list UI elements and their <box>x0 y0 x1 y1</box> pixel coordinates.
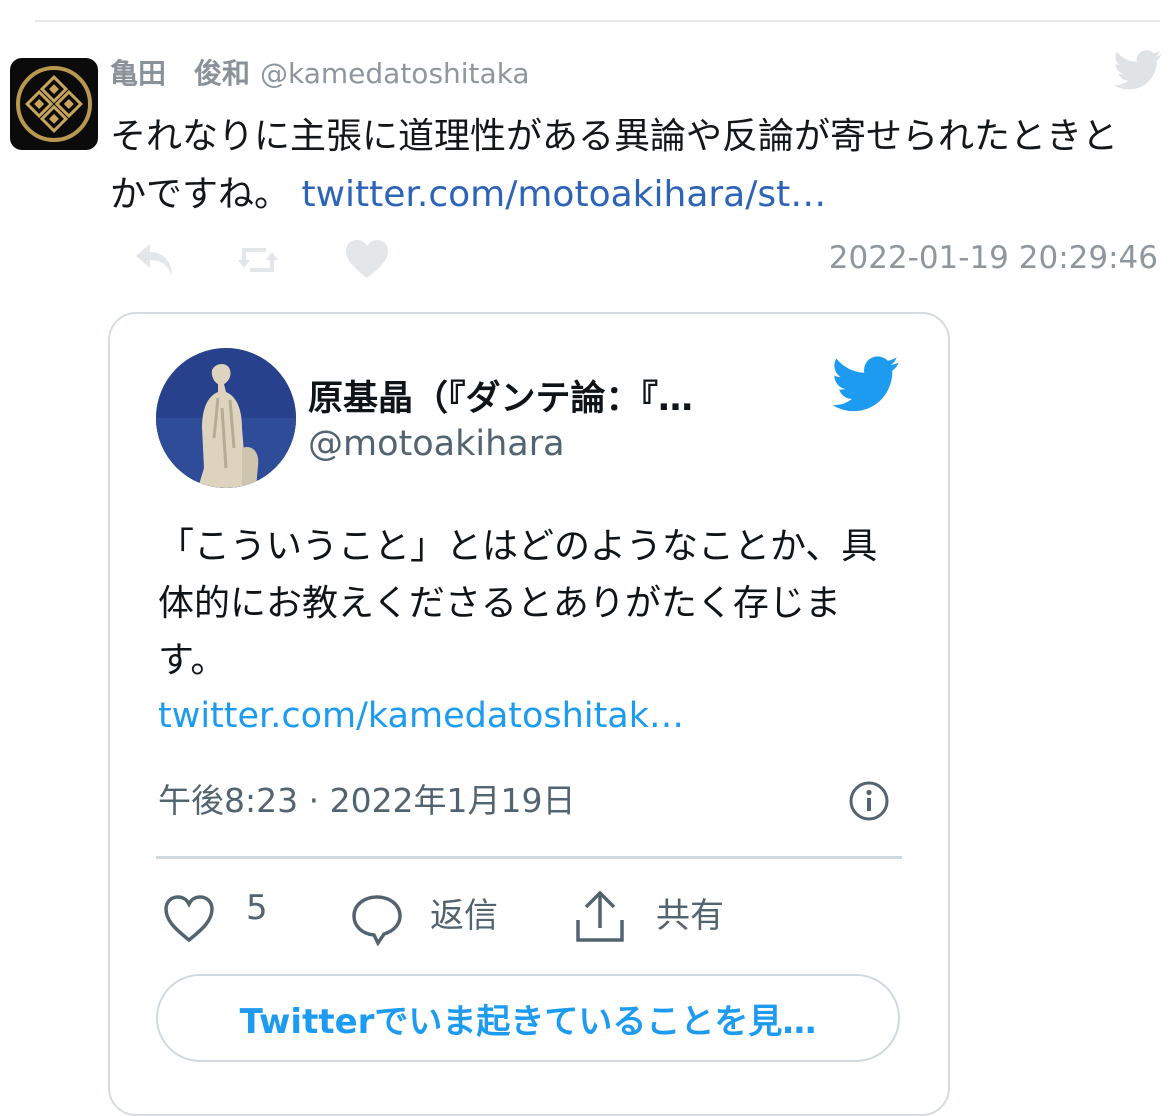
heart-icon[interactable] <box>162 894 216 944</box>
quoted-author-avatar[interactable] <box>156 348 296 488</box>
like-icon[interactable] <box>344 238 390 280</box>
tweet-body: それなりに主張に道理性がある異論や反論が寄せられたときとかですね。 twitte… <box>110 108 1150 224</box>
share-label[interactable]: 共有 <box>656 888 724 937</box>
quoted-divider <box>156 856 902 859</box>
reply-icon[interactable] <box>130 238 178 282</box>
share-icon[interactable] <box>574 888 626 946</box>
tweet-header: 亀田 俊和 @kamedatoshitaka <box>110 52 530 92</box>
quoted-author-handle[interactable]: @motoakihara <box>308 424 565 464</box>
author-handle[interactable]: @kamedatoshitaka <box>260 57 530 90</box>
twitter-logo-icon[interactable] <box>832 356 900 412</box>
tweet-link[interactable]: twitter.com/motoakihara/st… <box>301 174 826 215</box>
author-avatar[interactable] <box>10 58 98 150</box>
author-name[interactable]: 亀田 俊和 <box>110 57 250 90</box>
quoted-tweet-link[interactable]: twitter.com/kamedatoshitak… <box>158 696 684 736</box>
quoted-tweet-card[interactable]: 原基晶（『ダンテ論：『… @motoakihara 「こういうこと」とはどのよう… <box>108 312 950 1116</box>
twitter-bird-icon[interactable] <box>1114 50 1162 90</box>
reply-bubble-icon[interactable] <box>350 892 404 946</box>
crest-logo <box>16 66 92 142</box>
retweet-icon[interactable] <box>234 238 282 282</box>
quoted-author-name[interactable]: 原基晶（『ダンテ論：『… <box>308 370 693 421</box>
quoted-tweet-time[interactable]: 午後8:23 · 2022年1月19日 <box>158 774 576 822</box>
statue-image <box>156 348 296 488</box>
reply-label[interactable]: 返信 <box>430 888 498 937</box>
like-count[interactable]: 5 <box>246 888 268 928</box>
read-more-button[interactable]: Twitterでいま起きていることを見… <box>156 974 900 1062</box>
quoted-tweet-text: 「こういうこと」とはどのようなことか、具体的にお教えくださるとありがたく存じます… <box>158 526 878 681</box>
info-icon[interactable] <box>848 780 890 822</box>
top-divider <box>35 20 1160 22</box>
tweet-timestamp: 2022-01-19 20:29:46 <box>828 240 1158 276</box>
